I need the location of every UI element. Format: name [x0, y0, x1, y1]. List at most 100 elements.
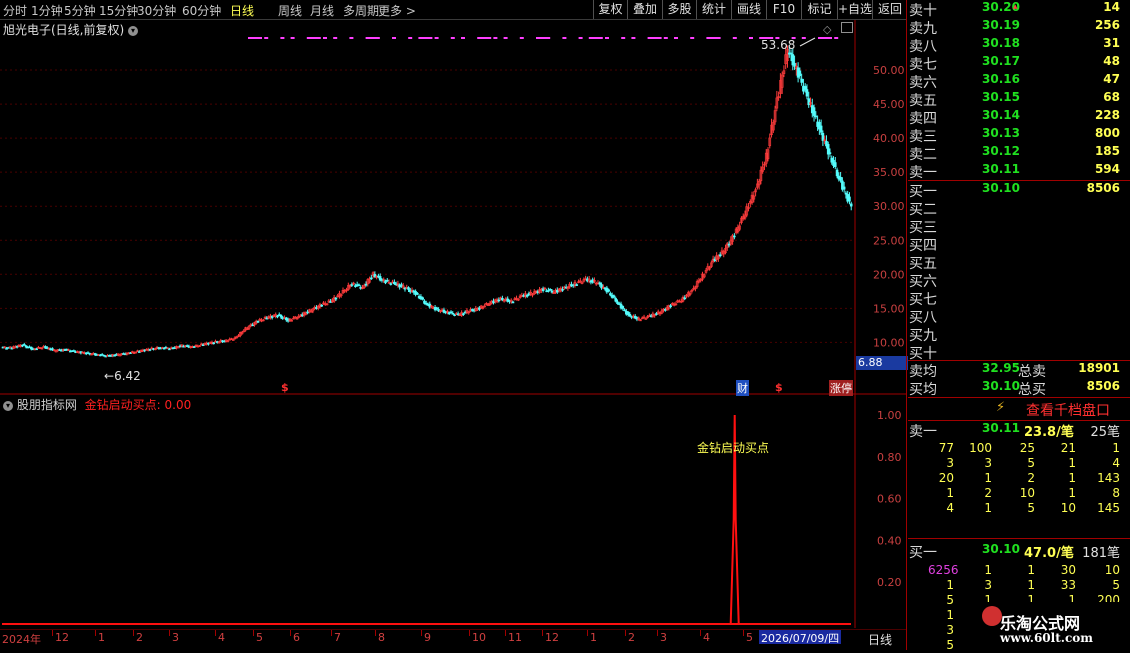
sell-level-row[interactable]: 卖七 30.17 48 — [908, 54, 1130, 73]
level-price: 30.19 — [982, 18, 1020, 32]
candle-body — [655, 313, 658, 315]
tick-price: 30.11 — [982, 421, 1020, 435]
tick-price: 30.10 — [982, 542, 1020, 556]
buy-level-row[interactable]: 买九 — [908, 325, 1130, 344]
level-volume: 800 — [1094, 126, 1120, 140]
level-label: 买二 — [909, 202, 937, 218]
sell-level-row[interactable]: 卖十 30.20 14 — [908, 0, 1130, 19]
candle-body — [35, 348, 38, 351]
tick-cell: 25 — [1019, 441, 1035, 455]
tick-cell: 4 — [1112, 456, 1120, 470]
level-label: 卖二 — [909, 147, 937, 163]
sell-level-row[interactable]: 卖八 30.18 31 — [908, 36, 1130, 55]
level-price: 30.14 — [982, 108, 1020, 122]
candle-body — [623, 309, 626, 312]
candle-body — [497, 299, 501, 302]
month-tick-mark — [421, 630, 422, 636]
sell-level-row[interactable]: 卖四 30.14 228 — [908, 108, 1130, 127]
signal-dot — [493, 37, 498, 39]
candle-body — [306, 311, 309, 314]
summary-avg: 30.10 — [982, 379, 1020, 393]
buy-level-row[interactable]: 买八 — [908, 307, 1130, 326]
sell-level-row[interactable]: 卖一 30.11 594 — [908, 162, 1130, 181]
y-tick-label: 40.00 — [873, 132, 905, 145]
marker-dollar[interactable]: $ — [281, 381, 289, 394]
buy-level-row[interactable]: 买十 — [908, 343, 1130, 362]
marker-finance[interactable]: 财 — [736, 380, 749, 396]
y-tick-label: 50.00 — [873, 64, 905, 77]
candle-body — [212, 342, 216, 345]
signal-dot — [392, 37, 396, 39]
tick-row: 6256 1 1 30 10 — [908, 563, 1130, 578]
candle-body — [389, 283, 393, 285]
sell-level-row[interactable]: 卖三 30.13 800 — [908, 126, 1130, 145]
candle-body — [621, 306, 625, 309]
summary-label: 买均 — [909, 382, 937, 398]
window-toggle-icon[interactable] — [841, 22, 853, 33]
chevron-down-icon[interactable]: ▾ — [3, 400, 13, 411]
candle-body — [805, 89, 809, 97]
tick-cell: 1 — [1068, 486, 1076, 500]
tick-header: 卖一 30.11 23.8/笔 25笔 — [908, 421, 1130, 440]
period-tab[interactable]: 日线 — [868, 631, 892, 648]
month-tick-mark — [253, 630, 254, 636]
indicator-header[interactable]: ▾ 股朋指标网 金钻启动买点: 0.00 — [3, 396, 191, 413]
candle-body — [614, 298, 618, 302]
level-label: 卖六 — [909, 75, 937, 91]
month-tick: 12 — [55, 631, 69, 644]
sell-level-row[interactable]: 卖六 30.16 47 — [908, 72, 1130, 91]
sell-level-row[interactable]: 卖五 30.15 68 — [908, 90, 1130, 109]
thousand-depth-button[interactable]: ⚡ 查看千档盘口 — [908, 397, 1130, 421]
marker-limit-up[interactable]: 涨停 — [829, 380, 853, 396]
month-tick: 1 — [590, 631, 597, 644]
month-tick-mark — [52, 630, 53, 636]
sell-level-row[interactable]: 卖九 30.19 256 — [908, 18, 1130, 37]
tick-cell: 2 — [984, 486, 992, 500]
level-volume: 256 — [1094, 18, 1120, 32]
diamond-icon[interactable]: ◇ — [823, 23, 831, 36]
buy-level-row[interactable]: 买七 — [908, 289, 1130, 308]
tick-cell: 3 — [946, 456, 954, 470]
level-label: 买八 — [909, 310, 937, 326]
low-price-label: ←6.42 — [104, 369, 141, 383]
tick-cell: 2 — [1027, 471, 1035, 485]
tick-cell: 1 — [1027, 578, 1035, 592]
indicator-name: 股朋指标网 — [16, 398, 77, 412]
marker-dollar[interactable]: $ — [775, 381, 783, 394]
buy-level-row[interactable]: 买五 — [908, 253, 1130, 272]
level-volume: 14 — [1103, 0, 1120, 14]
level-volume: 47 — [1103, 72, 1120, 86]
buy-level-row[interactable]: 买四 — [908, 235, 1130, 254]
candle-body — [525, 295, 529, 297]
sell-level-row[interactable]: 卖二 30.12 185 — [908, 144, 1130, 163]
month-tick: 2 — [136, 631, 143, 644]
candle-body — [683, 297, 687, 300]
tick-cell: 1 — [984, 563, 992, 577]
buy-level-row[interactable]: 买一 30.10 8506 — [908, 181, 1130, 200]
tick-cell: 8 — [1112, 486, 1120, 500]
tick-cell: 1 — [946, 608, 954, 622]
buy-level-row[interactable]: 买二 — [908, 199, 1130, 218]
candle-body — [798, 70, 802, 77]
signal-dot — [461, 37, 465, 39]
month-tick: 5 — [256, 631, 263, 644]
candle-body — [803, 86, 807, 90]
tick-cell: 1 — [1112, 441, 1120, 455]
buy-level-row[interactable]: 买六 — [908, 271, 1130, 290]
tick-count: 25笔 — [1090, 425, 1120, 440]
month-tick-mark — [331, 630, 332, 636]
level-price: 30.16 — [982, 72, 1020, 86]
tick-cell: 5 — [1027, 456, 1035, 470]
chart-canvas[interactable]: 10.00 15.00 20.00 25.00 30.00 35.00 40.00 45.00… — [0, 0, 907, 650]
indicator-y-tick: 0.20 — [877, 576, 902, 589]
buy-level-row[interactable]: 买三 — [908, 217, 1130, 236]
y-tick-label: 25.00 — [873, 234, 905, 247]
month-tick-mark — [469, 630, 470, 636]
tick-separator — [908, 538, 1130, 539]
candle-body — [789, 52, 793, 55]
tick-cell: 1 — [984, 501, 992, 515]
candle-body — [22, 344, 26, 346]
tick-cell: 33 — [1060, 578, 1076, 592]
month-tick-mark — [375, 630, 376, 636]
candle-body — [612, 295, 616, 298]
